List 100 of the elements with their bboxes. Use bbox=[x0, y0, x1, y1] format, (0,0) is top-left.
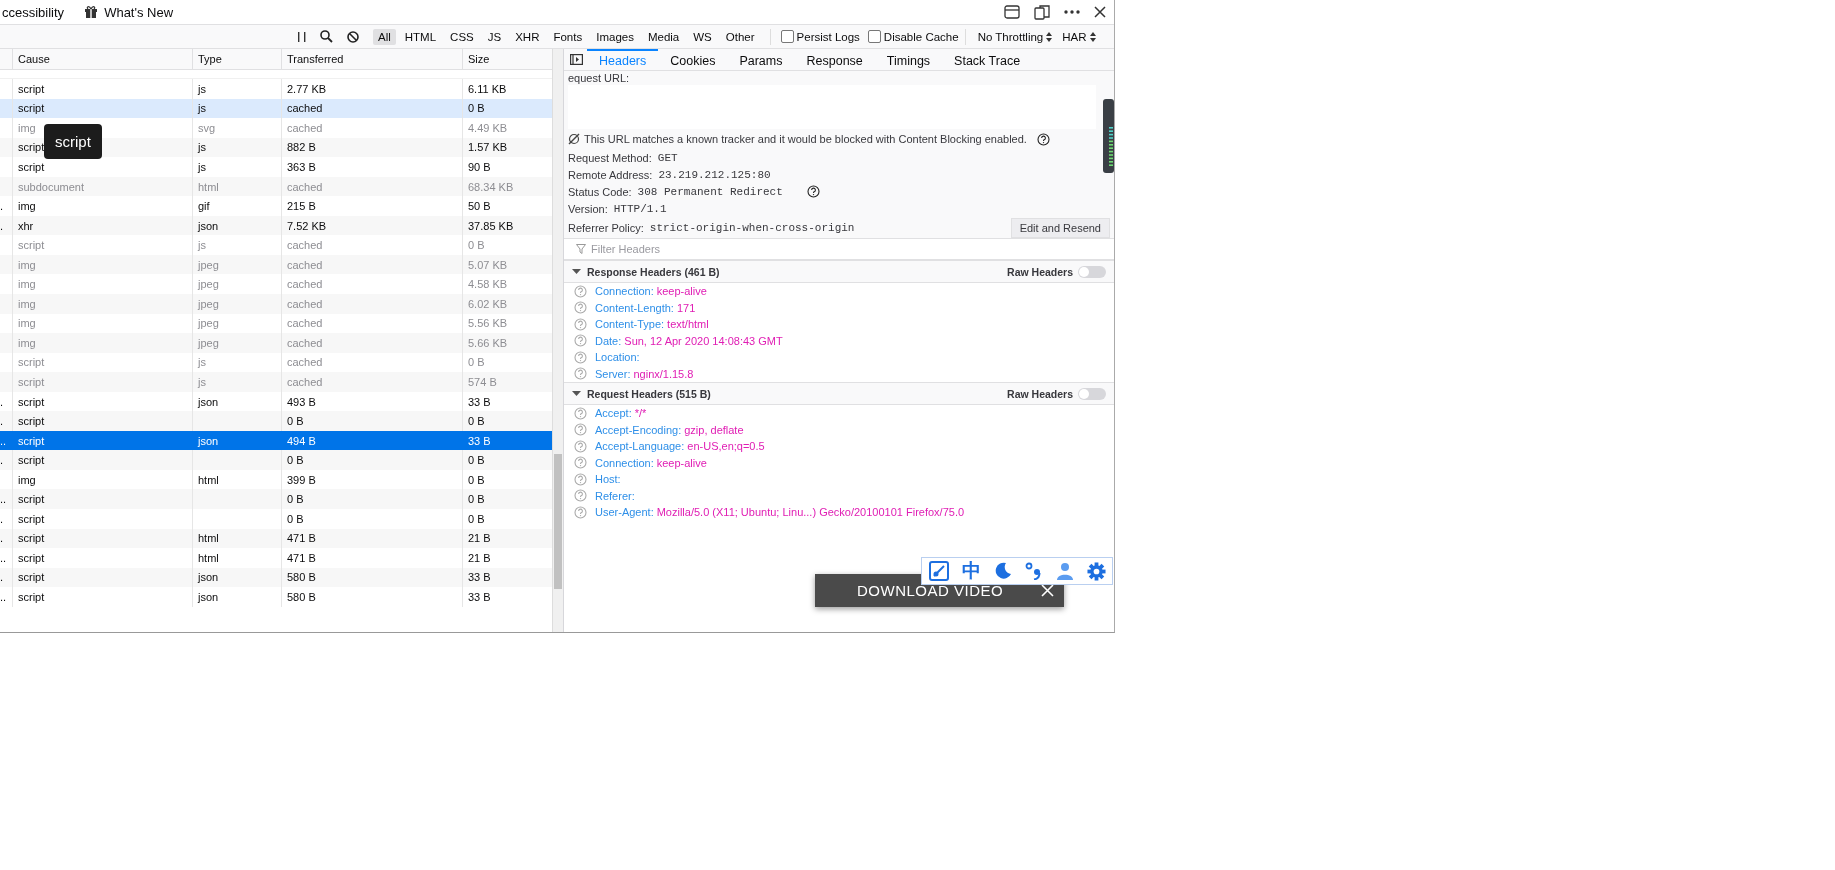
filter-button[interactable]: Fonts bbox=[548, 28, 588, 45]
filter-button[interactable]: WS bbox=[688, 28, 717, 45]
field-value: 23.219.212.125:80 bbox=[658, 168, 771, 181]
filter-button[interactable]: Other bbox=[720, 28, 760, 45]
toggle-switch[interactable] bbox=[1078, 265, 1106, 278]
checkbox-label[interactable]: Persist Logs bbox=[796, 30, 860, 43]
pause-icon[interactable] bbox=[298, 31, 306, 42]
column-header[interactable]: Transferred bbox=[281, 49, 462, 69]
scrollbar-thumb[interactable] bbox=[554, 454, 562, 589]
dock-side-icon[interactable] bbox=[1034, 4, 1050, 20]
table-cell: script bbox=[12, 372, 192, 392]
table-row[interactable]: . script 0 B 0 B bbox=[0, 450, 552, 470]
tab[interactable]: Timings bbox=[874, 49, 943, 70]
filter-button[interactable]: HTML bbox=[399, 28, 442, 45]
dots-icon[interactable] bbox=[1024, 562, 1043, 580]
moon-icon[interactable] bbox=[993, 562, 1012, 580]
level-meter-icon bbox=[1103, 99, 1114, 173]
table-cell: 7.52 KB bbox=[281, 215, 462, 236]
section-header[interactable]: Request Headers (515 B) Raw Headers bbox=[564, 382, 1114, 405]
table-cell: html bbox=[192, 528, 281, 549]
table-cell: script bbox=[12, 528, 192, 549]
header-value: */* bbox=[634, 407, 647, 420]
filter-button[interactable]: XHR bbox=[510, 28, 545, 45]
table-cell: js bbox=[192, 98, 281, 119]
checkbox-label[interactable]: Disable Cache bbox=[883, 30, 959, 43]
tab[interactable]: Stack Trace bbox=[942, 49, 1033, 70]
table-cell: 882 B bbox=[281, 137, 462, 158]
table-row[interactable]: . script 0 B 0 B bbox=[0, 411, 552, 431]
tooltip: script bbox=[44, 124, 102, 159]
table-cell: 0 B bbox=[281, 450, 462, 470]
column-header[interactable]: Type bbox=[192, 49, 281, 69]
table-cell-text: . bbox=[0, 394, 5, 410]
tab[interactable]: Params bbox=[727, 49, 795, 70]
table-row[interactable]: . xhr json 7.52 KB 37.85 KB bbox=[0, 215, 552, 236]
scrollbar[interactable] bbox=[552, 49, 563, 632]
header-name: Host: bbox=[595, 473, 621, 486]
table-cell: cached bbox=[281, 118, 462, 138]
search-icon[interactable] bbox=[320, 30, 333, 43]
table-cell: cached bbox=[281, 176, 462, 197]
expanded-triangle-icon[interactable] bbox=[572, 389, 581, 398]
table-cell: jpeg bbox=[192, 254, 281, 275]
tab[interactable]: Response bbox=[794, 49, 875, 70]
close-icon[interactable] bbox=[1094, 6, 1106, 18]
field-value: HTTP/1.1 bbox=[613, 202, 667, 215]
table-cell: img bbox=[12, 254, 192, 275]
table-cell: html bbox=[192, 548, 281, 568]
column-header[interactable]: Cause bbox=[12, 49, 192, 69]
table-cell: 0 B bbox=[281, 509, 462, 529]
table-row[interactable]: .. script 0 B 0 B bbox=[0, 489, 552, 510]
table-cell: cached bbox=[281, 235, 462, 255]
more-options-icon[interactable] bbox=[1064, 10, 1080, 14]
download-video-label[interactable]: DOWNLOAD VIDEO bbox=[857, 582, 1004, 599]
table-cell: img bbox=[12, 333, 192, 353]
panel-toggle-icon[interactable] bbox=[570, 54, 583, 65]
tab[interactable]: Cookies bbox=[658, 49, 728, 70]
toolbox-tab[interactable]: ccessibility bbox=[0, 4, 67, 20]
edit-icon[interactable] bbox=[928, 561, 949, 581]
section-header[interactable]: Response Headers (461 B) Raw Headers bbox=[564, 260, 1114, 283]
table-row[interactable]: . script html 471 B 21 B bbox=[0, 528, 552, 549]
table-row[interactable]: . script json 580 B 33 B bbox=[0, 567, 552, 588]
filter-button[interactable]: JS bbox=[482, 28, 507, 45]
header-name: User-Agent: bbox=[595, 506, 654, 519]
checkbox[interactable] bbox=[780, 30, 794, 43]
table-row[interactable]: script js cached 0 B bbox=[0, 98, 552, 119]
filter-button[interactable]: Images bbox=[591, 28, 639, 45]
table-cell: 471 B bbox=[281, 528, 462, 549]
table-cell-text: . bbox=[0, 414, 5, 430]
field-label: equest URL: bbox=[568, 72, 630, 84]
help-icon[interactable] bbox=[1036, 132, 1050, 146]
header-value: nginx/1.15.8 bbox=[633, 367, 694, 380]
toggle-switch[interactable] bbox=[1078, 387, 1106, 400]
filter-button[interactable]: CSS bbox=[445, 28, 479, 45]
block-icon[interactable] bbox=[347, 30, 359, 43]
throttling-select[interactable]: No Throttling bbox=[977, 30, 1053, 43]
table-cell: cached bbox=[281, 333, 462, 353]
header-value: Sun, 12 Apr 2020 14:08:43 GMT bbox=[624, 334, 783, 347]
filter-icon bbox=[576, 244, 586, 254]
header-name: Location: bbox=[595, 351, 640, 364]
table-cell: subdocument bbox=[12, 176, 192, 197]
header-name: Accept: bbox=[595, 407, 632, 420]
header-value: 171 bbox=[676, 301, 696, 314]
filter-button[interactable]: All bbox=[373, 28, 396, 45]
help-icon[interactable] bbox=[806, 185, 820, 198]
field-value: 308 Permanent Redirect bbox=[637, 185, 783, 198]
table-row[interactable]: .. script json 494 B 33 B bbox=[0, 430, 552, 451]
expanded-triangle-icon[interactable] bbox=[572, 267, 581, 276]
table-cell: js bbox=[192, 157, 281, 177]
layout-icon[interactable] bbox=[1004, 5, 1020, 19]
checkbox[interactable] bbox=[867, 30, 881, 43]
settings-icon[interactable] bbox=[1086, 561, 1106, 581]
header-name: Server: bbox=[595, 367, 631, 380]
filter-button[interactable]: Media bbox=[642, 28, 685, 45]
table-cell: 471 B bbox=[281, 548, 462, 568]
table-cell: script bbox=[12, 450, 192, 470]
toolbox-tab[interactable]: What's New bbox=[82, 4, 176, 20]
updown-arrows-icon bbox=[1089, 31, 1096, 42]
edit-and-resend-button[interactable]: Edit and Resend bbox=[1010, 217, 1110, 238]
har-menu[interactable]: HAR bbox=[1062, 30, 1096, 43]
header-name: Connection: bbox=[595, 456, 654, 469]
header-name: Date: bbox=[595, 334, 622, 347]
